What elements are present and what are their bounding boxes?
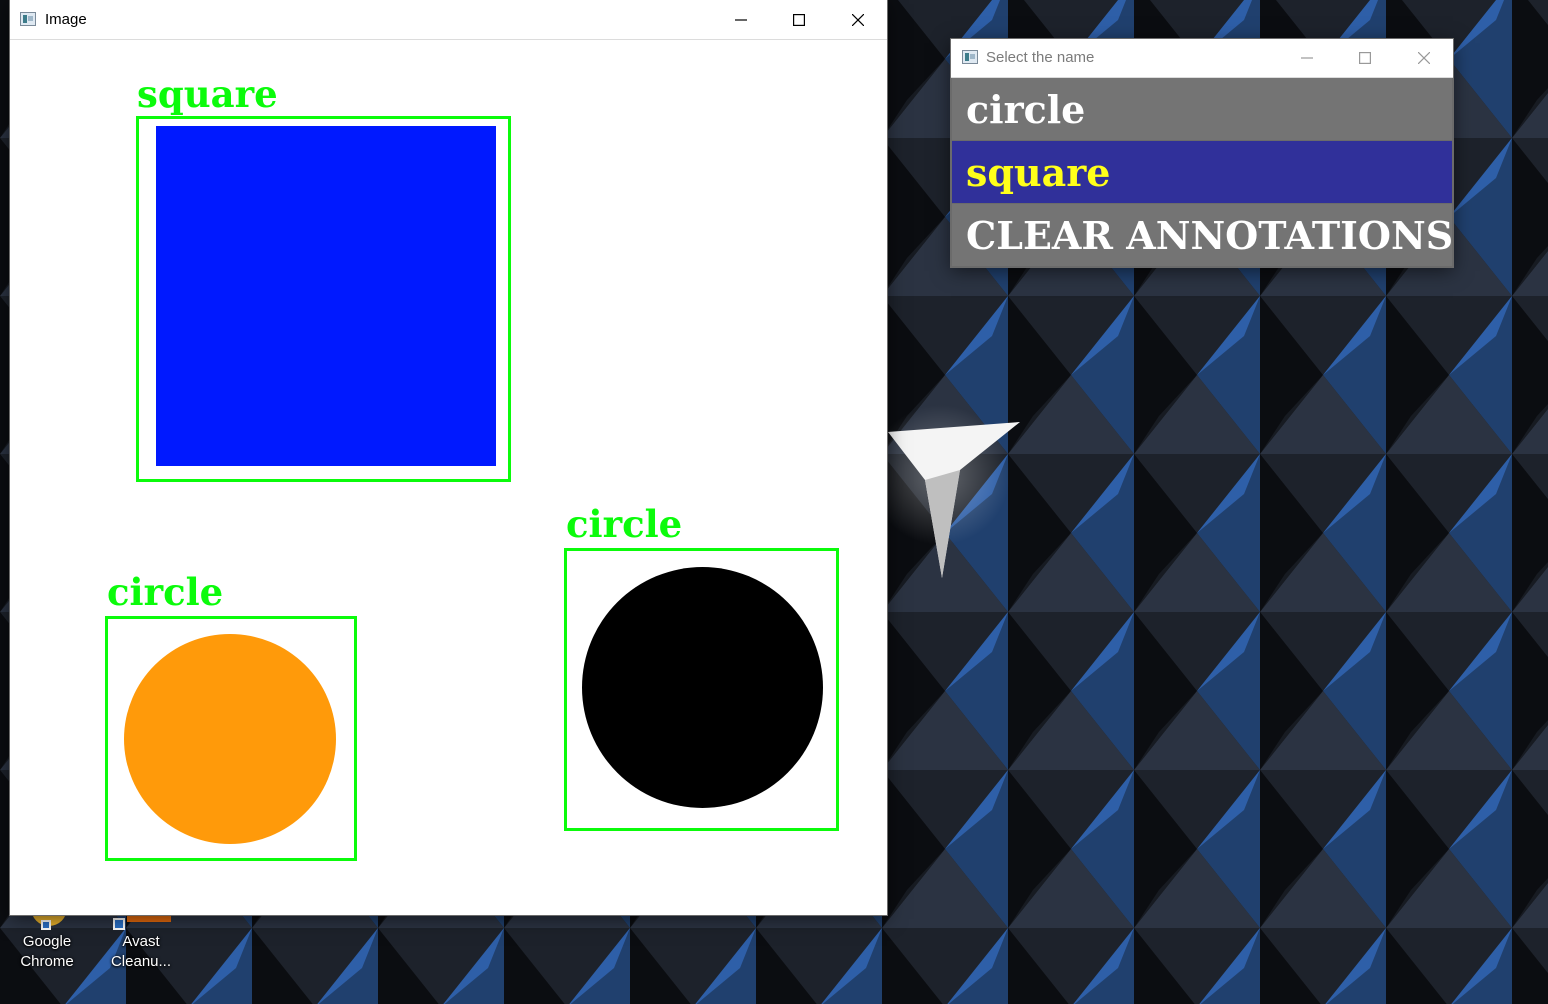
- image-window-titlebar[interactable]: Image: [10, 0, 887, 40]
- select-window-titlebar[interactable]: Select the name: [951, 39, 1453, 78]
- minimize-button[interactable]: [712, 0, 770, 39]
- maximize-button[interactable]: [770, 0, 828, 39]
- close-button[interactable]: [829, 0, 887, 39]
- chrome-icon: [31, 912, 67, 932]
- desktop-icon-label: Google: [22, 933, 72, 950]
- close-button[interactable]: [1395, 39, 1453, 77]
- option-square[interactable]: square: [952, 141, 1452, 203]
- app-icon: [962, 50, 978, 64]
- blue-square: [156, 126, 496, 466]
- maximize-icon: [1359, 52, 1371, 64]
- minimize-icon: [735, 18, 747, 21]
- maximize-icon: [793, 13, 805, 26]
- select-name-window: Select the name circle square CLEAR ANNO…: [951, 39, 1453, 267]
- desktop-icon-chrome[interactable]: Google Chrome: [9, 912, 85, 972]
- minimize-button[interactable]: [1278, 39, 1336, 77]
- annotation-label-circle: circle: [566, 502, 683, 546]
- annotation-label-circle: circle: [107, 570, 224, 614]
- window-title: Select the name: [986, 49, 1095, 66]
- minimize-icon: [1301, 57, 1313, 59]
- black-circle: [582, 567, 823, 808]
- image-window: Image square circle circle: [10, 0, 887, 915]
- desktop-icon-label: Cleanu...: [110, 953, 172, 970]
- avast-cleanup-icon: [111, 912, 171, 932]
- app-icon: [20, 12, 36, 26]
- desktop-icon-avast-cleanup[interactable]: Avast Cleanu...: [103, 912, 179, 972]
- desktop-icon-label: Chrome: [20, 953, 74, 970]
- close-icon: [1418, 52, 1430, 64]
- window-title: Image: [45, 11, 87, 28]
- maximize-button[interactable]: [1336, 39, 1394, 77]
- desktop-icon-label: Avast: [122, 933, 160, 950]
- close-icon: [852, 13, 864, 26]
- annotation-label-square: square: [137, 72, 278, 116]
- option-circle[interactable]: circle: [952, 78, 1452, 140]
- option-clear-annotations[interactable]: CLEAR ANNOTATIONS: [952, 204, 1453, 266]
- image-canvas[interactable]: square circle circle: [10, 40, 887, 915]
- orange-circle: [124, 634, 336, 844]
